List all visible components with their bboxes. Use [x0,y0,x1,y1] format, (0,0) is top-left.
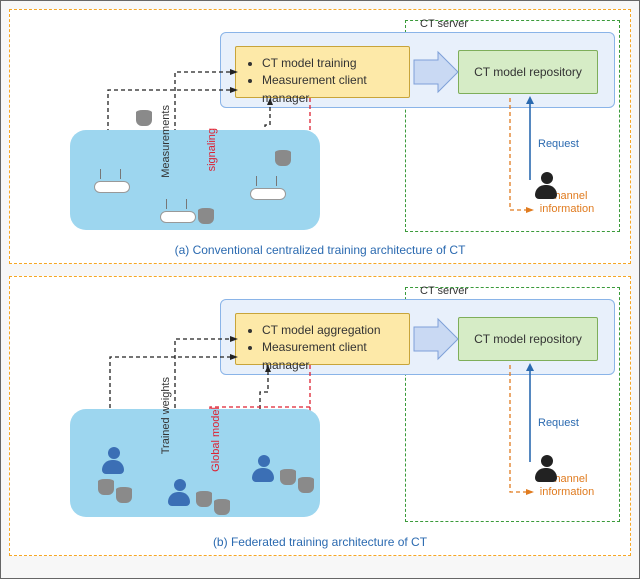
access-point-icon [160,205,194,223]
database-icon [136,110,152,126]
signaling-label: signaling [206,128,218,171]
processor-box: CT model aggregation Measurement client … [235,313,410,365]
repo-box: CT model repository [458,50,598,94]
global-model-label: Global model [210,407,222,472]
database-icon [298,477,314,493]
request-label: Request [538,138,579,150]
proc-item: Measurement client manager [262,72,399,107]
proc-item: CT model aggregation [262,322,399,339]
access-point-icon [250,182,284,200]
server-label: CT server [420,18,468,30]
access-point-icon [94,175,128,193]
server-label: CT server [420,285,468,297]
repo-label: CT model repository [474,65,582,79]
panel-centralized: CT server CT model training Measurement … [9,9,631,264]
proc-item: Measurement client manager [262,339,399,374]
client-user-icon [168,479,192,507]
request-label: Request [538,417,579,429]
user-icon [535,455,559,483]
database-icon [98,479,114,495]
database-icon [214,499,230,515]
processor-box: CT model training Measurement client man… [235,46,410,98]
database-icon [280,469,296,485]
panel-caption: (b) Federated training architecture of C… [10,531,630,553]
repo-box: CT model repository [458,317,598,361]
panel-caption: (a) Conventional centralized training ar… [10,239,630,261]
trained-weights-label: Trained weights [160,377,172,454]
database-icon [116,487,132,503]
panel-federated: CT server CT model aggregation Measureme… [9,276,631,556]
database-icon [275,150,291,166]
page: CT server CT model training Measurement … [0,0,640,579]
user-icon [535,172,559,200]
measurements-label: Measurements [160,105,172,178]
client-user-icon [252,455,276,483]
repo-label: CT model repository [474,332,582,346]
client-user-icon [102,447,126,475]
proc-item: CT model training [262,55,399,72]
database-icon [198,208,214,224]
database-icon [196,491,212,507]
